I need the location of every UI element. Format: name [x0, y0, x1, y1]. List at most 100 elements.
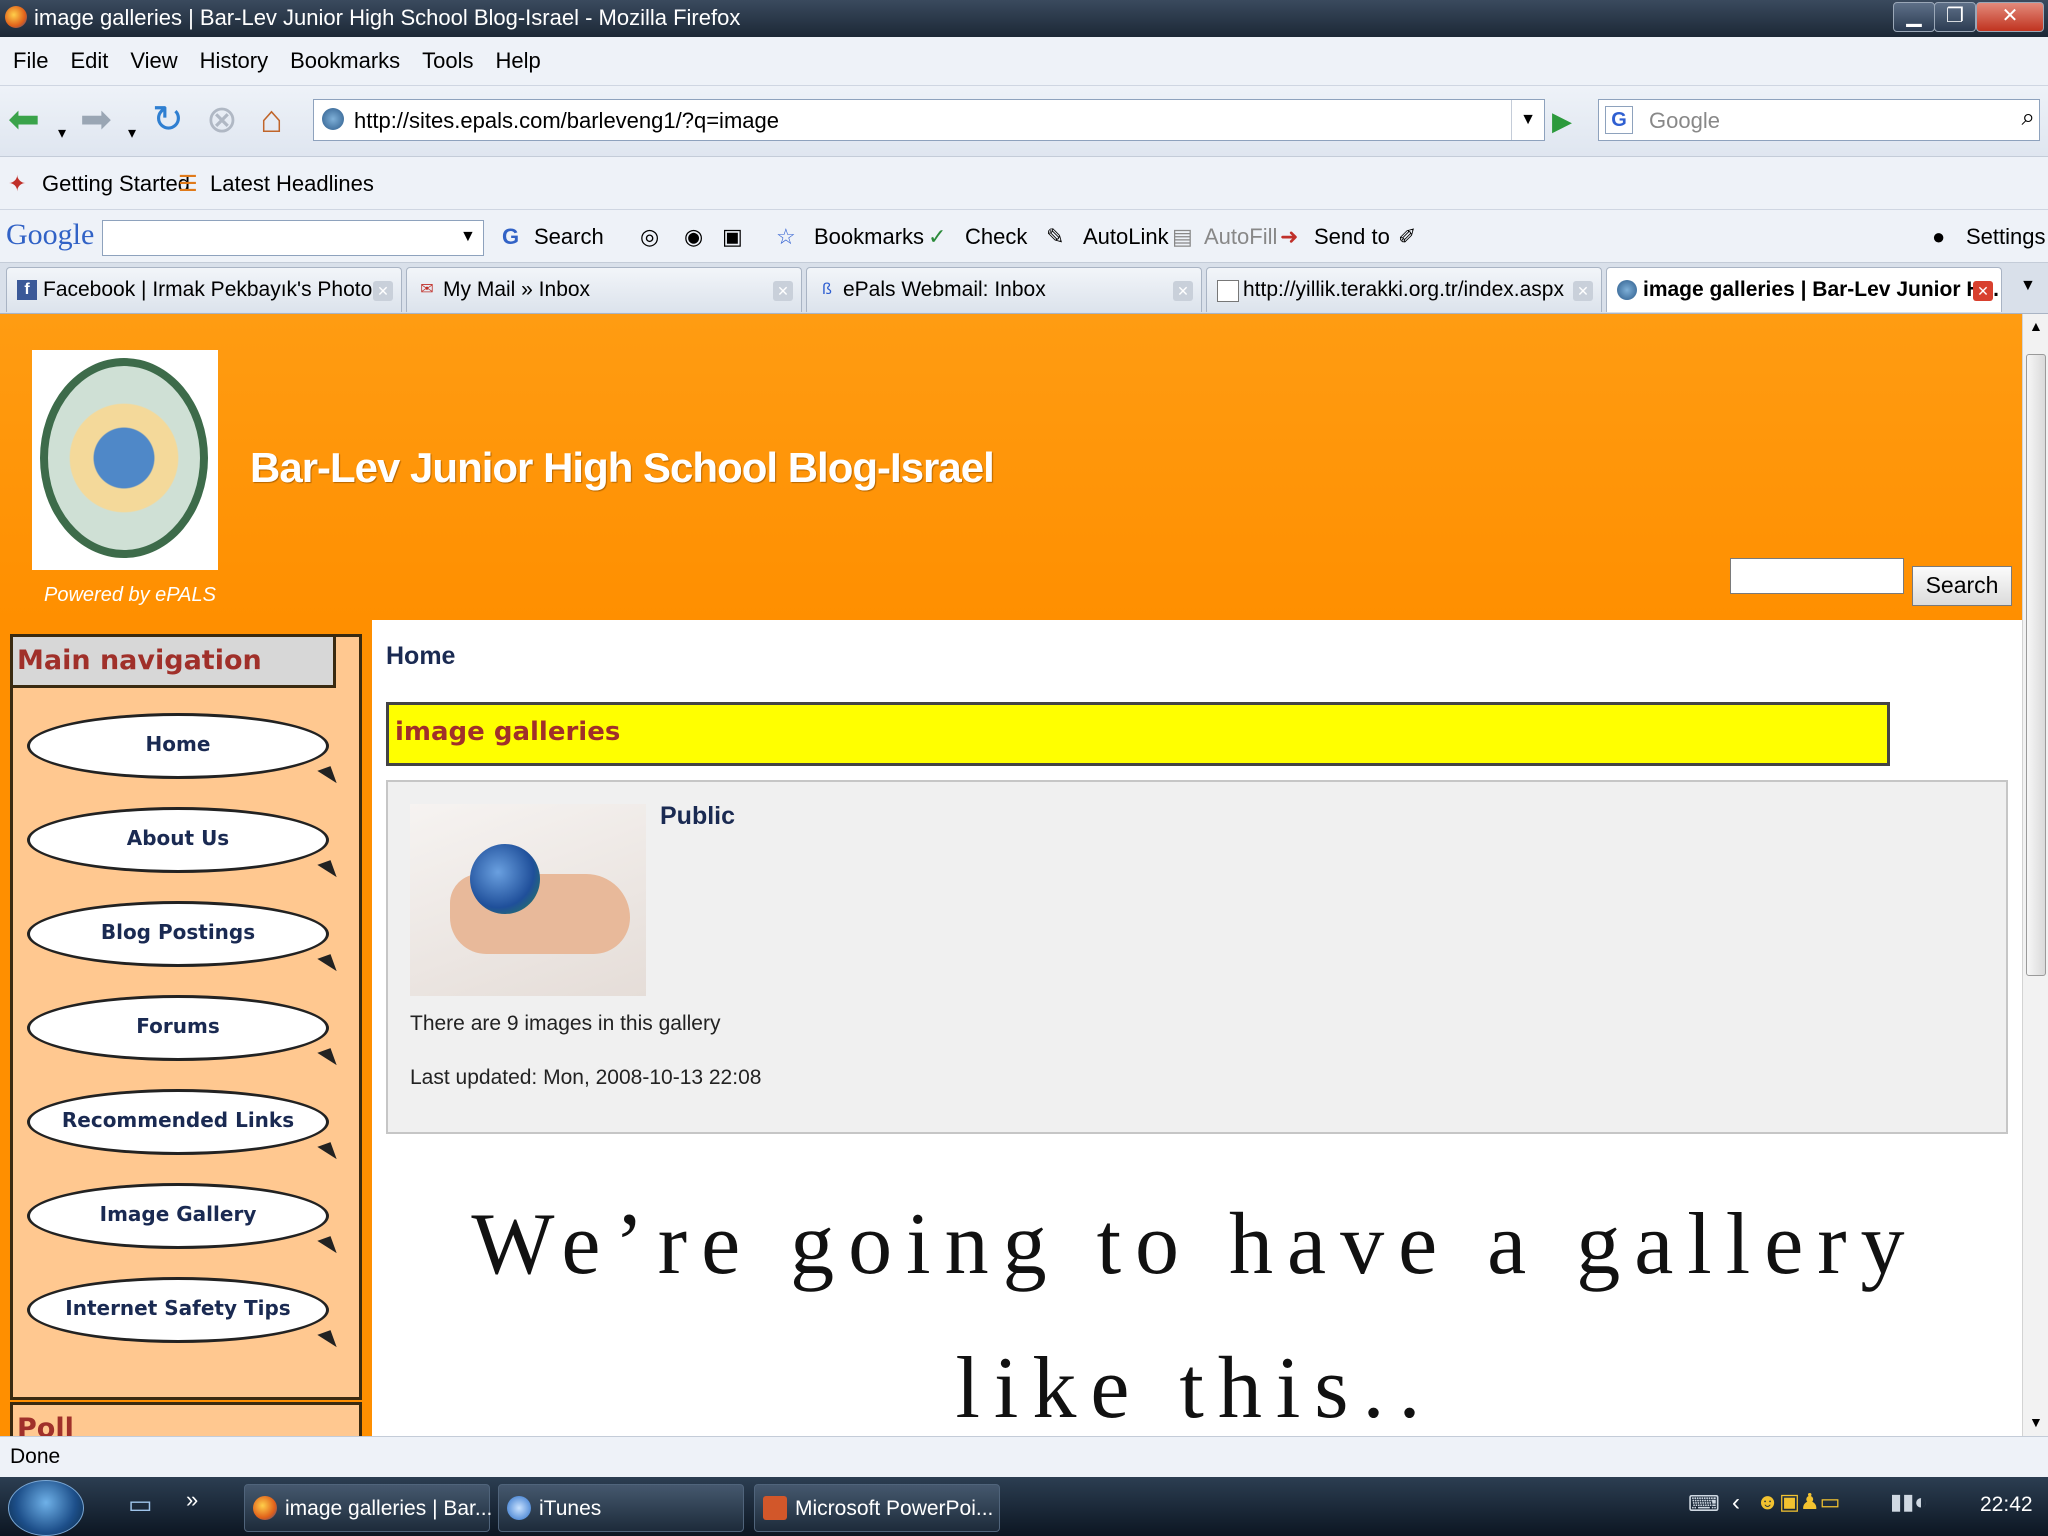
tab-strip: f Facebook | Irmak Pekbayık's Photo... ✕… [0, 263, 2048, 314]
forward-arrow-icon[interactable]: ➡ [80, 100, 112, 140]
web-search-box[interactable]: G Google ⌕ [1598, 99, 2040, 141]
go-icon[interactable]: ▶ [1552, 106, 1572, 137]
getting-started-icon: ✦ [8, 171, 27, 196]
clock[interactable]: 22:42 [1980, 1493, 2033, 1517]
tab-my-mail[interactable]: ✉ My Mail » Inbox ✕ [406, 267, 802, 312]
nav-home[interactable]: Home [27, 713, 329, 779]
news-icon[interactable]: ◎ [640, 224, 659, 250]
tab-label: My Mail » Inbox [443, 278, 591, 301]
navigation-toolbar: ⬅ ▾ ➡ ▾ ↻ ⊗ ⌂ http://sites.epals.com/bar… [0, 86, 2048, 157]
settings-icon: ● [1932, 224, 1946, 249]
taskbar-itunes[interactable]: iTunes [498, 1484, 744, 1532]
vertical-scrollbar[interactable]: ▲ ▼ [2022, 314, 2048, 1436]
close-tab-icon[interactable]: ✕ [1973, 281, 1993, 301]
google-engine-icon[interactable]: G [1605, 106, 1633, 134]
nav-forums[interactable]: Forums [27, 995, 329, 1061]
menu-bookmarks[interactable]: Bookmarks [290, 48, 400, 74]
nav-label: Internet Safety Tips [65, 1296, 291, 1320]
site-title[interactable]: Bar-Lev Junior High School Blog-Israel [250, 444, 995, 492]
network-volume-icons[interactable]: ▮▮◐ [1890, 1489, 1928, 1515]
tab-label: Facebook | Irmak Pekbayık's Photo... [43, 278, 390, 301]
show-hidden-icons[interactable]: ‹ [1732, 1489, 1740, 1517]
tray-icons[interactable]: ☻▣♟▭ [1756, 1489, 1840, 1515]
window-title: image galleries | Bar-Lev Junior High Sc… [34, 5, 741, 30]
forward-history-dropdown-icon[interactable]: ▾ [128, 114, 136, 154]
breadcrumb-home[interactable]: Home [386, 642, 455, 671]
google-input-dropdown-icon[interactable]: ▼ [460, 228, 476, 246]
gallery-last-updated: Last updated: Mon, 2008-10-13 22:08 [410, 1066, 762, 1089]
close-tab-icon[interactable]: ✕ [1173, 281, 1193, 301]
tab-epals-webmail[interactable]: ß ePals Webmail: Inbox ✕ [806, 267, 1202, 312]
poll-block: Poll [10, 1402, 362, 1436]
scroll-up-icon[interactable]: ▲ [2029, 318, 2043, 334]
close-tab-icon[interactable]: ✕ [373, 281, 393, 301]
close-tab-icon[interactable]: ✕ [773, 281, 793, 301]
browse-icon[interactable]: ◉ [684, 224, 703, 250]
nav-about-us[interactable]: About Us [27, 807, 329, 873]
gallery-thumbnail[interactable] [410, 804, 646, 996]
menu-tools[interactable]: Tools [422, 48, 473, 74]
search-icon[interactable]: ⌕ [2022, 104, 2035, 132]
nav-label: Blog Postings [100, 920, 256, 944]
highlighter-icon[interactable]: ✐ [1398, 224, 1416, 250]
menu-file[interactable]: File [13, 48, 48, 74]
show-desktop-icon[interactable]: ▭ [128, 1489, 153, 1520]
back-history-dropdown-icon[interactable]: ▾ [58, 114, 66, 154]
menu-edit[interactable]: Edit [70, 48, 108, 74]
menu-history[interactable]: History [200, 48, 268, 74]
globe-logo-icon [40, 358, 208, 558]
tab-terakki[interactable]: http://yillik.terakki.org.tr/index.aspx … [1206, 267, 1602, 312]
nav-recommended-links[interactable]: Recommended Links [27, 1089, 329, 1155]
keyboard-icon[interactable]: ⌨ [1688, 1491, 1720, 1517]
popup-icon[interactable]: ▣ [722, 224, 743, 250]
gallery-name-link[interactable]: Public [660, 802, 735, 831]
main-navigation: Main navigation Home About Us Blog Posti… [10, 634, 362, 1400]
tab-facebook[interactable]: f Facebook | Irmak Pekbayık's Photo... ✕ [6, 267, 402, 312]
scroll-down-icon[interactable]: ▼ [2029, 1414, 2043, 1430]
site-search-input[interactable] [1730, 558, 1904, 594]
quick-launch-more-icon[interactable]: » [186, 1487, 198, 1513]
close-window-button[interactable]: ✕ [1976, 2, 2044, 32]
google-toolbar-search-input[interactable] [102, 220, 484, 256]
back-arrow-icon[interactable]: ⬅ [8, 100, 40, 140]
gallery-item: Public There are 9 images in this galler… [386, 780, 2008, 1134]
url-bar[interactable]: http://sites.epals.com/barleveng1/?q=ima… [313, 99, 1545, 141]
taskbar-firefox[interactable]: image galleries | Bar... [244, 1484, 492, 1532]
nav-internet-safety-tips[interactable]: Internet Safety Tips [27, 1277, 329, 1343]
stop-icon[interactable]: ⊗ [206, 100, 238, 140]
menu-help[interactable]: Help [496, 48, 541, 74]
reload-icon[interactable]: ↻ [152, 100, 184, 140]
windows-taskbar: ▭ » image galleries | Bar... iTunes Micr… [0, 1477, 2048, 1536]
autofill-button[interactable]: AutoFill [1204, 224, 1277, 250]
site-logo[interactable] [32, 350, 218, 570]
taskbar-powerpoint[interactable]: Microsoft PowerPoi... [754, 1484, 1000, 1532]
menu-view[interactable]: View [130, 48, 177, 74]
check-button[interactable]: Check [965, 224, 1027, 250]
nav-blog-postings[interactable]: Blog Postings [27, 901, 329, 967]
google-search-button[interactable]: Search [534, 224, 604, 250]
start-button[interactable] [8, 1480, 84, 1536]
close-tab-icon[interactable]: ✕ [1573, 281, 1593, 301]
nav-label: Forums [136, 1014, 220, 1038]
autolink-button[interactable]: AutoLink [1083, 224, 1169, 250]
google-bookmarks-button[interactable]: Bookmarks [814, 224, 924, 250]
tab-image-galleries[interactable]: image galleries | Bar-Lev Junior H... ✕ [1606, 267, 2002, 312]
list-all-tabs-icon[interactable]: ▼ [2020, 277, 2036, 295]
minimize-button[interactable]: ▁ [1893, 2, 1935, 32]
send-to-icon: ➜ [1280, 224, 1299, 249]
send-to-button[interactable]: Send to [1314, 224, 1390, 250]
powered-by-epals[interactable]: Powered by ePALS [44, 584, 216, 607]
settings-button[interactable]: Settings [1966, 224, 2046, 250]
nav-image-gallery[interactable]: Image Gallery [27, 1183, 329, 1249]
bookmark-getting-started[interactable]: Getting Started [42, 171, 190, 197]
bookmark-latest-headlines[interactable]: Latest Headlines [210, 171, 374, 197]
globe-image [470, 844, 540, 914]
maximize-button[interactable]: ❐ [1934, 2, 1976, 32]
home-icon[interactable]: ⌂ [260, 100, 283, 140]
scrollbar-thumb[interactable] [2026, 354, 2046, 976]
nav-label: About Us [126, 826, 230, 850]
url-dropdown-icon[interactable]: ▼ [1511, 100, 1544, 140]
url-text: http://sites.epals.com/barleveng1/?q=ima… [354, 108, 779, 133]
site-search-button[interactable]: Search [1912, 566, 2012, 606]
bookmarks-star-icon: ☆ [776, 224, 796, 249]
